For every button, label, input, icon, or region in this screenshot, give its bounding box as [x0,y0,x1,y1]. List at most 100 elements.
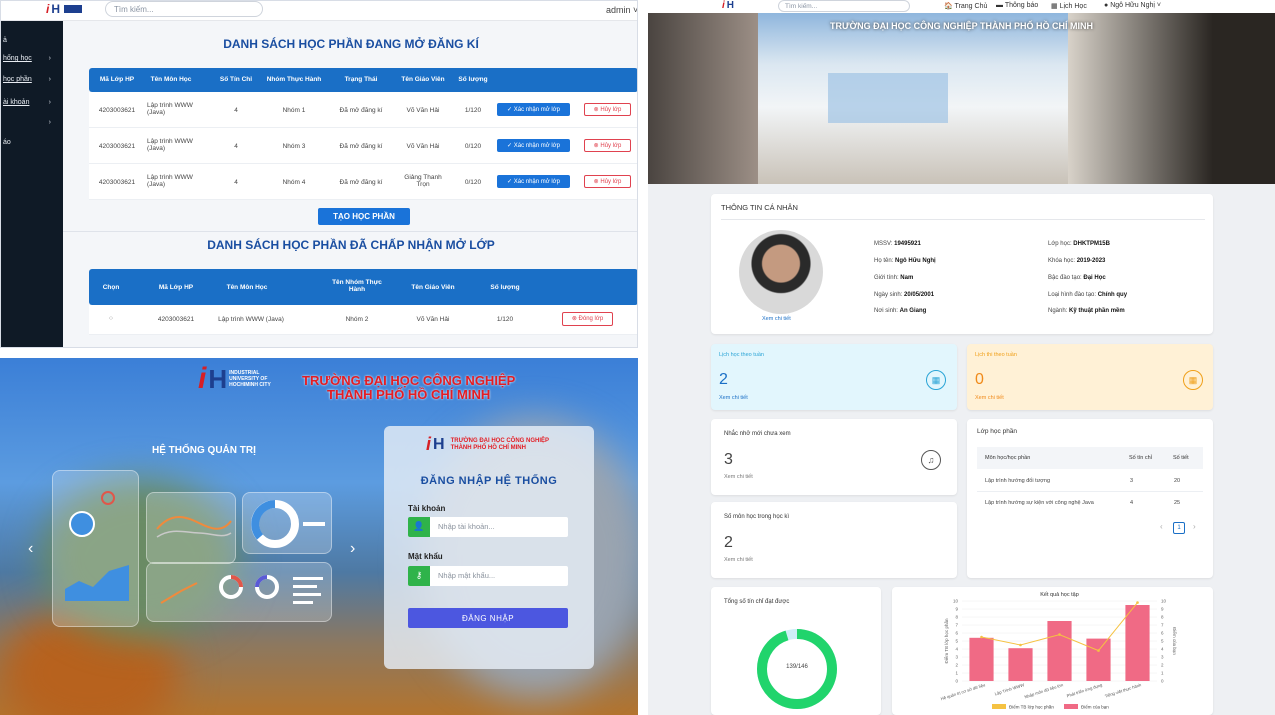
student-dashboard: iH Tìm kiếm... 🏠 Trang Chủ ▬ Thông báo ▦… [648,0,1275,715]
week-schedule-value: 2 [719,371,728,388]
cancel-class-button[interactable]: ⊗ Hủy lớp [584,103,631,116]
week-schedule-link[interactable]: Xem chi tiết [719,395,748,401]
credits-label: 139/146 [786,664,808,670]
subjects-value: 2 [724,534,733,551]
open-table-header: Mã Lớp HP Tên Môn Học Số Tín Chỉ Nhóm Th… [89,68,637,92]
user-menu[interactable]: ● Ngô Hữu Nghị ˅ [1104,2,1161,9]
cell-credits: 4 [1130,500,1134,506]
logo-text: INDUSTRIAL UNIVERSITY OF HOCHIMINH CITY [229,370,271,388]
cell-credits: 4 [234,143,238,150]
legend-swatch [1064,704,1078,709]
page-button[interactable]: 1 [1173,522,1185,534]
exam-schedule-card[interactable]: Lịch thi theo tuần 0 Xem chi tiết ▦ [967,344,1213,410]
search-input[interactable]: Tìm kiếm... [778,0,910,12]
y-tick-left: 4 [955,647,958,652]
sidebar-item-courses[interactable]: học phần › [3,76,61,83]
close-class-button[interactable]: ⊗ Đóng lớp [562,312,613,326]
cell-code: 4203003621 [98,143,136,150]
admin-topbar: iH Tìm kiếm... admin ˅ [1,1,637,21]
profile-title: THÔNG TIN CÁ NHÂN [721,203,798,212]
subjects-card[interactable]: Số môn học trong học kì 2 Xem chi tiết ▤ [711,502,1005,578]
username-placeholder: Nhập tài khoản... [438,522,495,531]
bar [1047,621,1072,681]
divider [63,231,637,232]
cell-count: 0/120 [464,179,482,186]
card-school-line2: THÀNH PHỐ HỒ CHÍ MINH [450,444,526,451]
cell-credits: 3 [1130,478,1134,484]
accept-open-button[interactable]: ✓ Xác nhận mở lớp [497,139,570,152]
cancel-class-button[interactable]: ⊗ Hủy lớp [584,175,631,188]
sidebar-item-reports[interactable]: áo [3,139,61,146]
open-courses-title: DANH SÁCH HỌC PHẦN ĐANG MỞ ĐĂNG KÍ [223,37,479,51]
y-tick-left: 8 [955,615,958,620]
line-point [980,635,983,639]
col-header: Nhóm Thực Hành [266,76,322,83]
cell-status: Đã mở đăng kí [339,179,383,186]
credits-card: Tổng số tín chỉ đạt được 139/146 [711,587,881,715]
cell-code: 4203003621 [157,316,195,323]
table-row: 4203003621 Lập trình WWW (Java) 4 Nhóm 3… [89,128,637,164]
create-course-button[interactable]: TẠO HỌC PHẦN [318,208,410,225]
y-tick-right: 2 [1161,663,1164,668]
password-label: Mật khẩu [408,552,443,561]
search-input[interactable]: Tìm kiếm... [105,1,263,17]
profile-type: Loại hình đào tạo: Chính quy [1048,292,1128,298]
page-next-button[interactable]: › [1193,522,1196,531]
chart-title: Kết quả học tập [1040,592,1079,598]
exam-schedule-label: Lịch thi theo tuần [975,352,1017,358]
sidebar-item-dashboard[interactable]: ả [3,37,61,44]
reminders-card[interactable]: Nhắc nhở mới chưa xem 3 Xem chi tiết ♫ [711,419,957,495]
cell-subject: Lập trình hướng sự kiện với công nghệ Ja… [985,500,1094,506]
profile-detail-link[interactable]: Xem chi tiết [762,316,791,322]
sidebar-item-accounts[interactable]: ài khoản › [3,99,61,106]
admin-user-menu[interactable]: admin ˅ [606,5,637,15]
subjects-link[interactable]: Xem chi tiết [724,557,753,563]
exam-schedule-link[interactable]: Xem chi tiết [975,395,1004,401]
calendar-icon: ▦ [1183,370,1203,390]
class-table-card: Lớp học phần Môn học/học phần Số tín chỉ… [967,419,1213,578]
col-header: Tên Giáo Viên [401,76,445,83]
col-header: Môn học/học phần [985,455,1031,461]
carousel-prev-button[interactable]: ‹ [28,540,33,558]
cell-subject: Lập trình hướng đối tượng [985,478,1051,484]
sidebar-item-system[interactable]: hống học › [3,55,61,62]
select-radio[interactable]: ○ [93,315,129,322]
profile-birthplace: Nơi sinh: An Giang [874,308,927,314]
hero-photo-right [1068,13,1275,184]
cancel-class-button[interactable]: ⊗ Hủy lớp [584,139,631,152]
accept-open-button[interactable]: ✓ Xác nhận mở lớp [497,103,570,116]
password-field[interactable]: ⚷ Nhập mật khẩu... [408,566,568,586]
line-chart-icon [156,516,232,538]
student-topbar: iH Tìm kiếm... 🏠 Trang Chủ ▬ Thông báo ▦… [648,0,1275,13]
col-header: Số tiết [1173,455,1189,461]
cell-group: Nhóm 2 [345,316,369,323]
col-header: Trạng Thái [344,76,378,83]
y-tick-right: 7 [1161,623,1164,628]
line-point [1019,643,1022,647]
login-button[interactable]: ĐĂNG NHẬP [408,608,568,628]
nav-notifications[interactable]: ▬ Thông báo [996,2,1038,9]
week-schedule-card[interactable]: Lịch học theo tuần 2 Xem chi tiết ▦ [711,344,957,410]
nav-home[interactable]: 🏠 Trang Chủ [944,2,987,10]
username-field[interactable]: 👤 Nhập tài khoản... [408,517,568,537]
line-point [1097,649,1100,652]
nav-schedule[interactable]: ▦ Lịch Học [1051,2,1087,10]
page-prev-button[interactable]: ‹ [1160,522,1163,531]
y-tick-left: 6 [955,631,958,636]
cell-subject: Lập trình WWW (Java) [147,102,193,116]
reminders-link[interactable]: Xem chi tiết [724,474,753,480]
profile-mssv: MSSV: 19495921 [874,241,921,247]
divider [977,491,1203,492]
results-chart: Kết quả học tập 0 0 1 1 2 2 3 3 4 4 5 5 6 6 7 7 8 8 9 9 10 10 Đ… [940,592,1178,710]
legend-label: Điểm của bạn [1081,704,1109,710]
y-tick-right: 3 [1161,655,1164,660]
school-logo: iH [46,2,83,16]
table-row: 4203003621 Lập trình WWW (Java) 4 Nhóm 4… [89,164,637,200]
illustration-card [52,470,139,627]
x-tick-label: Lập Trình WWW [994,682,1025,696]
accepted-table-header: Chọn Mã Lớp HP Tên Môn Học Tên Nhóm Thực… [89,269,637,305]
accept-open-button[interactable]: ✓ Xác nhận mở lớp [497,175,570,188]
cell-code: 4203003621 [98,107,136,114]
hero-photo-left [648,13,758,184]
carousel-next-button[interactable]: › [350,540,355,558]
